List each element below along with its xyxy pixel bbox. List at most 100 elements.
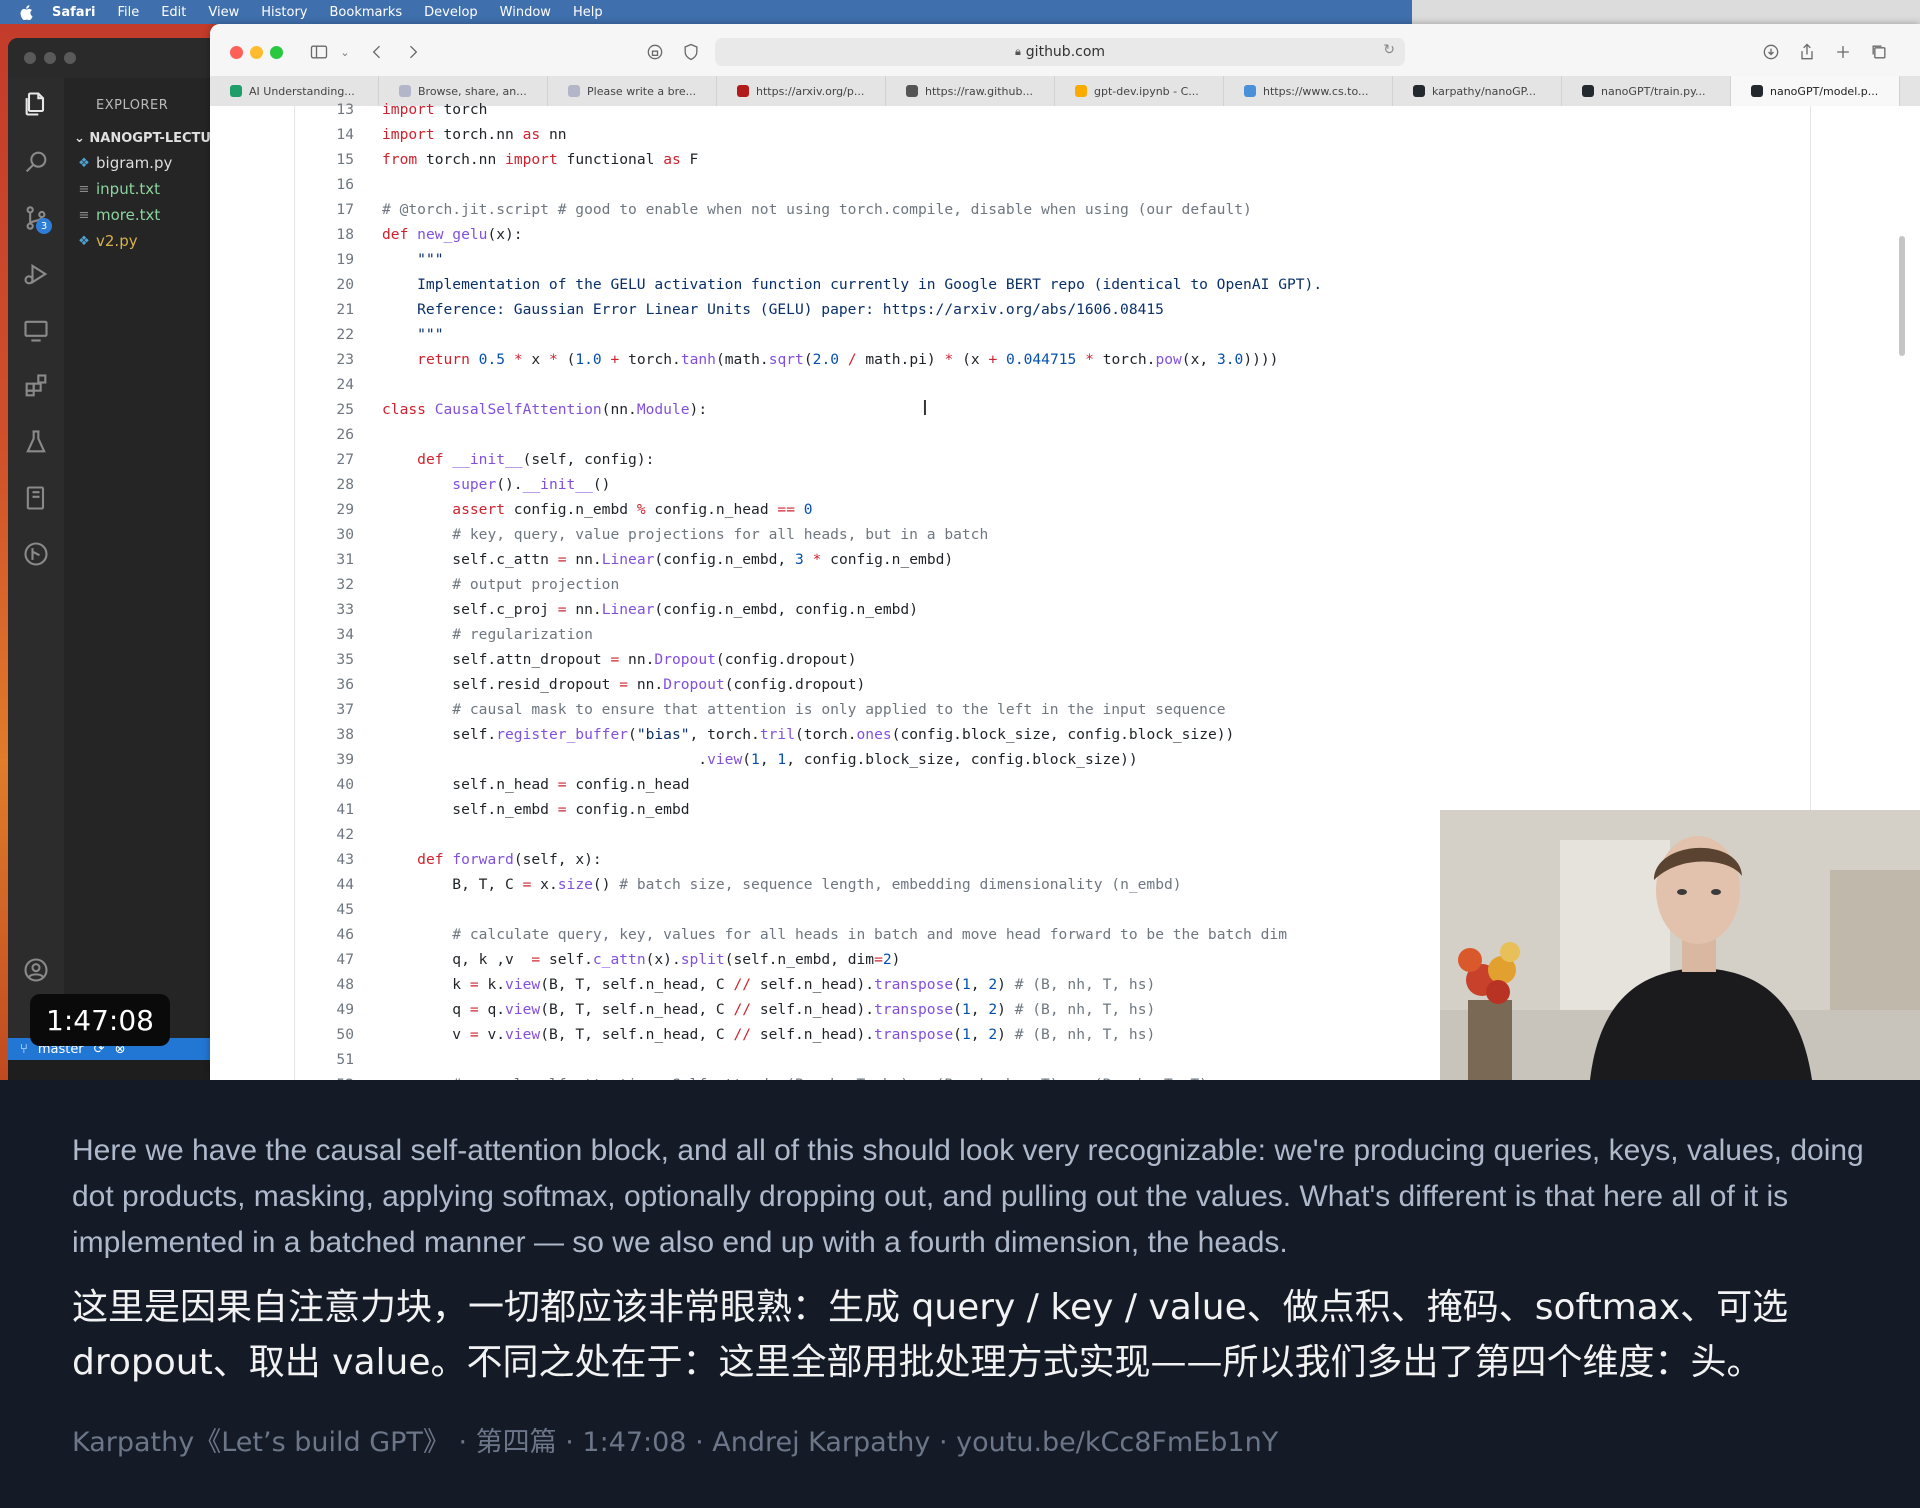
line-number[interactable]: 42 bbox=[306, 822, 354, 847]
video-source-meta: Karpathy《Let’s build GPT》 · 第四篇 · 1:47:0… bbox=[72, 1427, 1279, 1458]
explorer-files-icon[interactable] bbox=[18, 86, 54, 122]
vscode-close-dot[interactable] bbox=[24, 52, 36, 64]
line-number[interactable]: 31 bbox=[306, 547, 354, 572]
line-number[interactable]: 25 bbox=[306, 397, 354, 422]
line-number[interactable]: 43 bbox=[306, 847, 354, 872]
code-line: 36 self.resid_dropout = nn.Dropout(confi… bbox=[306, 672, 1322, 697]
line-number[interactable]: 35 bbox=[306, 647, 354, 672]
line-number[interactable]: 39 bbox=[306, 747, 354, 772]
line-number[interactable]: 16 bbox=[306, 172, 354, 197]
desktop-background-right bbox=[1412, 0, 1920, 24]
notebook-icon[interactable] bbox=[18, 480, 54, 516]
menu-develop[interactable]: Develop bbox=[424, 5, 478, 20]
testing-flask-icon[interactable] bbox=[18, 424, 54, 460]
tab-favicon-icon bbox=[906, 85, 918, 97]
chevron-down-icon[interactable]: ⌄ bbox=[332, 40, 358, 64]
menu-file[interactable]: File bbox=[117, 5, 139, 20]
tab-overview-icon[interactable] bbox=[1866, 40, 1892, 64]
line-number[interactable]: 27 bbox=[306, 447, 354, 472]
file-item-input[interactable]: ≡ input.txt bbox=[64, 172, 214, 198]
line-number[interactable]: 21 bbox=[306, 297, 354, 322]
project-folder[interactable]: ⌄ NANOGPT-LECTU bbox=[64, 113, 214, 146]
line-number[interactable]: 28 bbox=[306, 472, 354, 497]
apple-icon[interactable] bbox=[14, 0, 38, 24]
code-line: 25 class CausalSelfAttention(nn.Module): bbox=[306, 397, 1322, 422]
code-line: 24 bbox=[306, 372, 1322, 397]
search-icon[interactable] bbox=[18, 144, 54, 180]
line-number[interactable]: 19 bbox=[306, 247, 354, 272]
menu-edit[interactable]: Edit bbox=[161, 5, 186, 20]
line-number[interactable]: 33 bbox=[306, 597, 354, 622]
source-code[interactable]: 13 import torch 14 import torch.nn as nn 15 f… bbox=[306, 97, 1322, 1080]
run-debug-icon[interactable] bbox=[18, 256, 54, 292]
line-number[interactable]: 45 bbox=[306, 897, 354, 922]
line-number[interactable]: 41 bbox=[306, 797, 354, 822]
line-number[interactable]: 24 bbox=[306, 372, 354, 397]
line-number[interactable]: 18 bbox=[306, 222, 354, 247]
git-graph-icon[interactable] bbox=[18, 536, 54, 572]
window-close-button[interactable] bbox=[230, 46, 243, 59]
file-item-bigram[interactable]: ❖ bigram.py bbox=[64, 146, 214, 172]
line-number[interactable]: 44 bbox=[306, 872, 354, 897]
account-icon[interactable] bbox=[18, 952, 54, 988]
reload-icon[interactable]: ↻ bbox=[1383, 42, 1395, 58]
line-number[interactable]: 29 bbox=[306, 497, 354, 522]
downloads-icon[interactable] bbox=[1758, 40, 1784, 64]
menu-help[interactable]: Help bbox=[573, 5, 603, 20]
line-number[interactable]: 32 bbox=[306, 572, 354, 597]
line-number[interactable]: 26 bbox=[306, 422, 354, 447]
line-number[interactable]: 36 bbox=[306, 672, 354, 697]
line-number[interactable]: 20 bbox=[306, 272, 354, 297]
menu-app-name[interactable]: Safari bbox=[52, 5, 95, 20]
tab-label: Browse, share, an... bbox=[418, 84, 527, 98]
menu-bookmarks[interactable]: Bookmarks bbox=[330, 5, 403, 20]
line-number[interactable]: 47 bbox=[306, 947, 354, 972]
menu-history[interactable]: History bbox=[261, 5, 307, 20]
line-number[interactable]: 22 bbox=[306, 322, 354, 347]
extensions-icon[interactable] bbox=[18, 368, 54, 404]
sidebar-toggle-icon[interactable] bbox=[306, 40, 332, 64]
line-number[interactable]: 34 bbox=[306, 622, 354, 647]
line-number[interactable]: 14 bbox=[306, 122, 354, 147]
line-number[interactable]: 51 bbox=[306, 1047, 354, 1072]
forward-icon[interactable] bbox=[400, 40, 426, 64]
line-number[interactable]: 40 bbox=[306, 772, 354, 797]
code-line: 27 def __init__(self, config): bbox=[306, 447, 1322, 472]
tab-nanogpt-model[interactable]: nanoGPT/model.p... bbox=[1731, 76, 1900, 106]
window-minimize-button[interactable] bbox=[250, 46, 263, 59]
line-number[interactable]: 46 bbox=[306, 922, 354, 947]
vscode-zoom-dot[interactable] bbox=[64, 52, 76, 64]
share-icon[interactable] bbox=[1794, 40, 1820, 64]
line-number[interactable]: 13 bbox=[306, 97, 354, 122]
code-text: self.resid_dropout = nn.Dropout(config.d… bbox=[382, 676, 866, 693]
line-number[interactable]: 17 bbox=[306, 197, 354, 222]
source-control-icon[interactable]: 3 bbox=[18, 200, 54, 236]
line-number[interactable]: 52 bbox=[306, 1072, 354, 1080]
window-zoom-button[interactable] bbox=[270, 46, 283, 59]
code-text: k = k.view(B, T, self.n_head, C // self.… bbox=[382, 976, 1156, 993]
file-item-v2[interactable]: ❖ v2.py bbox=[64, 224, 214, 250]
menu-window[interactable]: Window bbox=[500, 5, 551, 20]
line-number[interactable]: 30 bbox=[306, 522, 354, 547]
new-tab-icon[interactable] bbox=[1830, 40, 1856, 64]
file-item-more[interactable]: ≡ more.txt bbox=[64, 198, 214, 224]
privacy-report-icon[interactable] bbox=[642, 40, 668, 64]
vscode-minimize-dot[interactable] bbox=[44, 52, 56, 64]
line-number[interactable]: 37 bbox=[306, 697, 354, 722]
tab-nanogpt-train[interactable]: nanoGPT/train.py... bbox=[1562, 76, 1731, 106]
tab-karpathy-nanogpt[interactable]: karpathy/nanoGP... bbox=[1393, 76, 1562, 106]
code-text: import torch.nn as nn bbox=[382, 126, 567, 143]
line-number[interactable]: 48 bbox=[306, 972, 354, 997]
remote-explorer-icon[interactable] bbox=[18, 312, 54, 348]
line-number[interactable]: 50 bbox=[306, 1022, 354, 1047]
line-number[interactable]: 49 bbox=[306, 997, 354, 1022]
address-bar[interactable]: 🔒︎ github.com ↻ bbox=[715, 38, 1405, 66]
line-number[interactable]: 15 bbox=[306, 147, 354, 172]
tab-label: karpathy/nanoGP... bbox=[1432, 84, 1537, 98]
back-icon[interactable] bbox=[364, 40, 390, 64]
shield-icon[interactable] bbox=[678, 40, 704, 64]
scrollbar-thumb[interactable] bbox=[1899, 236, 1905, 356]
line-number[interactable]: 38 bbox=[306, 722, 354, 747]
menu-view[interactable]: View bbox=[208, 5, 239, 20]
line-number[interactable]: 23 bbox=[306, 347, 354, 372]
